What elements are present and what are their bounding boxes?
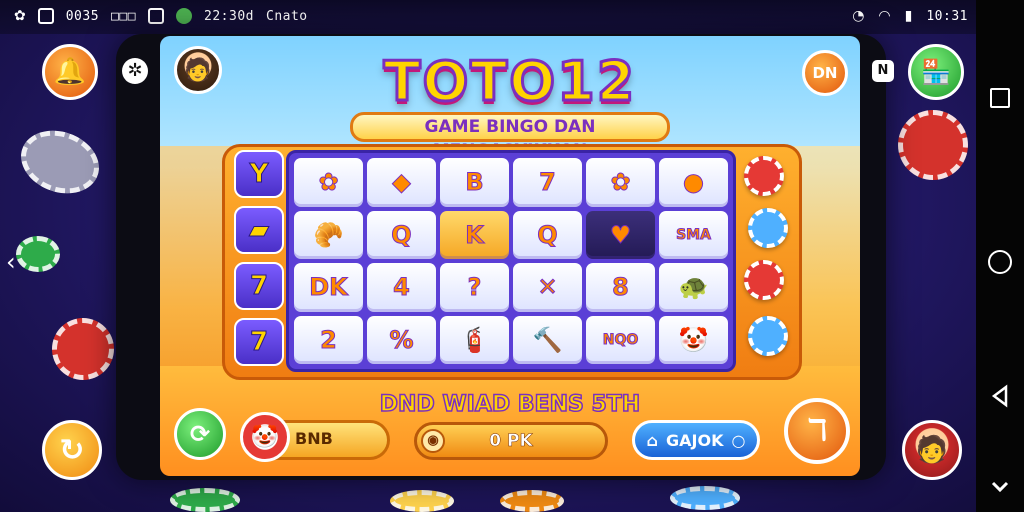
board-cell[interactable]: ✿ [586,158,655,207]
battery-icon: ▮ [904,8,913,24]
board-cell[interactable]: 🔨 [513,315,582,364]
board-cell[interactable]: Q [513,210,582,259]
chip-icon [744,260,784,300]
board-cell[interactable]: 🐢 [659,263,728,312]
status-text-4: Cnato [266,8,308,24]
board-cell[interactable]: DK [294,263,363,312]
board-cell[interactable]: ◆ [367,158,436,207]
navigation-bar [976,0,1024,512]
side-tile[interactable]: 7 [234,318,284,366]
floating-chip-decoration [670,486,740,510]
recents-button[interactable] [990,88,1010,108]
board-cell[interactable]: Q [367,210,436,259]
notification-bell-button[interactable]: 🔔 [42,44,98,100]
board-cell[interactable]: ✕ [513,263,582,312]
board-cell[interactable]: 🤡 [659,315,728,364]
bet-knob-icon: ◉ [421,429,445,453]
small-badge-button[interactable]: N [872,60,894,82]
chevron-down-icon[interactable] [988,474,1012,498]
wifi-icon: ◠ [878,8,891,24]
board-cell[interactable]: 🧯 [440,315,509,364]
floating-chip-decoration [898,110,968,180]
circle-icon: ○ [731,430,746,450]
whatsapp-icon [176,8,193,24]
status-right-group: ◔ ◠ ▮ 10:31 [852,8,968,24]
refresh-icon: ⟳ [189,420,211,448]
chip-icon [744,156,784,196]
floating-chip-decoration [170,488,240,512]
floating-chip-decoration [52,318,114,380]
status-text-3: 22:30d [204,8,254,24]
floating-chip-decoration [390,490,454,512]
floating-chip-decoration [12,120,108,204]
bet-amount-value: 0 PK [489,431,533,452]
refresh-icon: ↻ [59,432,85,468]
back-button[interactable] [988,384,1012,408]
alarm-icon: ◔ [852,8,865,24]
side-tile[interactable]: 7 [234,262,284,310]
avatar-icon: 🧑 [915,435,949,465]
board-cell[interactable]: ? [440,263,509,312]
home-icon: ⌂ [646,430,658,450]
coin-balance-value: BNB [295,429,333,448]
bingo-board: ✿ ◆ B 7 ✿ ● 🥐 Q K Q ♥ SMA DK 4 ? ✕ 8 🐢 2… [286,150,736,372]
bet-amount-pill[interactable]: ◉ 0 PK [414,422,608,460]
board-cell[interactable]: 2 [294,315,363,364]
status-left-group: ✿ 0035 □□□ 22:30d Cnato [14,8,308,24]
game-title: TOTO12 [382,49,637,115]
status-text-2: □□□ [111,8,137,24]
game-subtitle: GAME BINGO DAN MENGASYIKKAN [350,112,670,161]
play-button[interactable]: ⌂ GAJOK ○ [632,420,760,460]
shop-button[interactable]: 🏪 [908,44,964,100]
status-bar: ✿ 0035 □□□ 22:30d Cnato ◔ ◠ ▮ 10:31 [0,0,1024,34]
status-time: 10:31 [926,8,968,24]
gear-icon: ✲ [127,60,143,81]
board-cell[interactable]: SMA [659,210,728,259]
board-cell[interactable]: 4 [367,263,436,312]
home-button[interactable] [988,250,1012,274]
board-cell[interactable]: % [367,315,436,364]
board-cell[interactable]: NQO [586,315,655,364]
board-cell[interactable]: 8 [586,263,655,312]
spin-button[interactable]: ⟳ [174,408,226,460]
floating-chip-decoration [500,490,564,512]
app-icon: ✿ [14,8,26,24]
floating-chip-decoration [16,236,60,272]
side-tile-column: Y ▰ 7 7 [234,150,286,372]
mascot-coin-icon: 🤡 [240,412,290,462]
player-avatar[interactable]: 🧑 [902,420,962,480]
menu-button[interactable]: ℸ [784,398,850,464]
settings-button[interactable]: ✲ [122,58,148,84]
chip-icon [748,208,788,248]
bonus-chip-column [744,156,804,376]
board-cell[interactable]: ♥ [586,210,655,259]
chip-icon [748,316,788,356]
board-cell[interactable]: B [440,158,509,207]
side-tile[interactable]: Y [234,150,284,198]
board-cell[interactable]: 🥐 [294,210,363,259]
bell-icon: 🔔 [53,57,87,87]
chevron-left-icon[interactable]: ‹ [6,248,16,276]
board-cell-selected[interactable]: K [440,210,509,259]
board-cell[interactable]: ✿ [294,158,363,207]
game-screen: 🧑 DN TOTO12 GAME BINGO DAN MENGASYIKKAN … [160,36,860,476]
refresh-button[interactable]: ↻ [42,420,102,480]
side-tile[interactable]: ▰ [234,206,284,254]
shop-icon: 🏪 [921,58,951,86]
notification-icon [37,8,54,24]
play-button-label: GAJOK [666,430,724,450]
gallery-icon [148,8,165,24]
board-cell[interactable]: ● [659,158,728,207]
status-text-1: 0035 [65,8,100,24]
board-cell[interactable]: 7 [513,158,582,207]
